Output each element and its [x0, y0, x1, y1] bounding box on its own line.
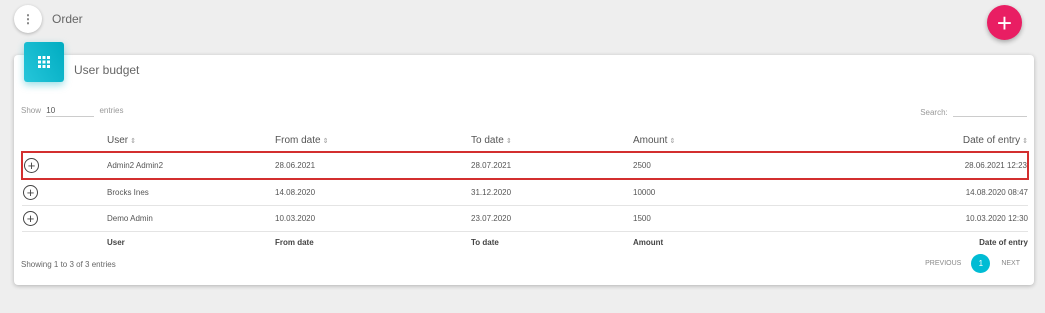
cell-date-of-entry: 10.03.2020 12:30 — [850, 205, 1028, 232]
column-header-date-of-entry[interactable]: Date of entry ⇕ — [850, 129, 1028, 152]
column-header-from-date[interactable]: From date ⇕ — [275, 129, 471, 152]
cell-user: Brocks Ines — [107, 178, 275, 206]
cell-user: Admin2 Admin2 — [107, 151, 275, 180]
cell-from-date: 14.08.2020 — [275, 178, 471, 206]
table-row[interactable]: + Admin2 Admin2 28.06.2021 28.07.2021 25… — [21, 151, 1029, 180]
sort-icon: ⇕ — [669, 137, 676, 145]
expand-cell: + — [22, 178, 107, 206]
dots-vertical-icon[interactable]: ⋮ — [14, 5, 42, 33]
table-row[interactable]: + Brocks Ines 14.08.2020 31.12.2020 1000… — [22, 178, 1028, 206]
user-budget-card: User budget Show 10 entries Search: User… — [14, 42, 1034, 285]
budget-table: User ⇕ From date ⇕ To date ⇕ Amount ⇕ Date o… — [21, 129, 1029, 252]
column-header-label: From date — [275, 134, 321, 146]
sort-icon: ⇕ — [130, 137, 136, 145]
cell-date-of-entry: 28.06.2021 12:23 — [850, 151, 1029, 180]
column-header-label: Amount — [633, 134, 668, 146]
sort-icon: ⇕ — [505, 137, 512, 145]
cell-from-date: 28.06.2021 — [275, 151, 471, 180]
cell-amount: 1500 — [633, 205, 850, 232]
previous-button[interactable]: PREVIOUS — [925, 260, 961, 267]
page-title: Order — [52, 12, 83, 26]
next-button[interactable]: NEXT — [1001, 260, 1020, 267]
footer-to-date: To date — [471, 231, 633, 252]
search-input[interactable] — [953, 106, 1027, 117]
column-header-label: To date — [471, 134, 504, 146]
search-box: Search: — [920, 106, 1027, 117]
entries-label: entries — [99, 106, 124, 115]
expand-plus-icon[interactable]: + — [23, 185, 38, 200]
search-label: Search: — [920, 108, 948, 117]
entries-info: Showing 1 to 3 of 3 entries — [21, 260, 116, 269]
pagination: PREVIOUS 1 NEXT — [925, 254, 1020, 273]
expand-plus-icon[interactable]: + — [24, 158, 39, 173]
cell-to-date: 28.07.2021 — [471, 151, 633, 180]
cell-amount: 10000 — [633, 178, 850, 206]
column-header-to-date[interactable]: To date ⇕ — [471, 129, 633, 152]
cell-to-date: 31.12.2020 — [471, 178, 633, 206]
show-entries: Show 10 entries — [21, 106, 124, 117]
expand-cell: + — [21, 151, 107, 180]
cell-amount: 2500 — [633, 151, 850, 180]
table-header-row: User ⇕ From date ⇕ To date ⇕ Amount ⇕ Date o… — [22, 129, 1028, 152]
sort-icon: ⇕ — [1022, 137, 1028, 145]
column-header-user[interactable]: User ⇕ — [107, 129, 275, 152]
cell-from-date: 10.03.2020 — [275, 205, 471, 232]
page-1-button[interactable]: 1 — [971, 254, 991, 273]
expand-column-header — [22, 129, 107, 152]
sort-icon: ⇕ — [322, 137, 329, 145]
footer-date-of-entry: Date of entry — [850, 231, 1028, 252]
column-header-label: User — [107, 134, 129, 146]
table-row[interactable]: + Demo Admin 10.03.2020 23.07.2020 1500 … — [22, 205, 1028, 232]
cell-date-of-entry: 14.08.2020 08:47 — [850, 178, 1028, 206]
add-button[interactable]: + — [987, 5, 1022, 40]
footer-from-date: From date — [275, 231, 471, 252]
column-header-amount[interactable]: Amount ⇕ — [633, 129, 850, 152]
footer-expand-cell — [22, 231, 107, 252]
column-header-label: Date of entry — [962, 134, 1021, 146]
footer-user: User — [107, 231, 275, 252]
expand-cell: + — [22, 205, 107, 232]
cell-to-date: 23.07.2020 — [471, 205, 633, 232]
page-size-select[interactable]: 10 — [46, 106, 95, 117]
top-bar: ⋮ Order + — [0, 0, 1045, 40]
card-title: User budget — [74, 63, 140, 77]
expand-plus-icon[interactable]: + — [23, 211, 38, 226]
grid-icon — [24, 42, 64, 82]
cell-user: Demo Admin — [107, 205, 275, 232]
show-label: Show — [21, 106, 42, 115]
footer-amount: Amount — [633, 231, 850, 252]
table-footer-row: User From date To date Amount Date of en… — [22, 231, 1028, 252]
